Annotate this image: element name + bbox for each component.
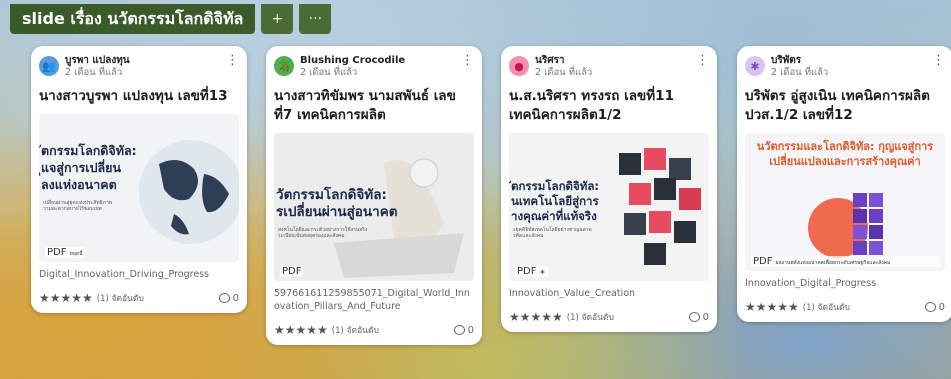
post-card[interactable]: ● นริศรา 2 เดือน ที่แล้ว ⋮ น.ส.นริศรา ทร… <box>501 46 717 332</box>
author-name: นริศรา <box>535 55 565 66</box>
attachment-filename[interactable]: Digital_Innovation_Driving_Progress <box>39 268 239 281</box>
post-card[interactable]: ✱ บริพัตร 2 เดือน ที่แล้ว ⋮ บริพัตร อู่ส… <box>737 46 951 322</box>
add-post-button[interactable]: + <box>261 4 294 34</box>
pdf-badge: PDF ผลงานพลังแห่งอนาคตเพื่อยกระดับเศรษฐก… <box>751 256 941 267</box>
avatar[interactable]: 🐊 <box>274 56 294 76</box>
comment-button[interactable]: 0 <box>688 312 709 323</box>
star-rating[interactable]: ★★★★★ <box>745 300 799 314</box>
cubes-illustration <box>619 148 701 265</box>
board-header: slide เรื่อง นวัตกรรมโลกดิจิทัล + ··· <box>10 4 332 34</box>
comment-icon <box>218 293 230 303</box>
post-title: นางสาวบูรพา แปลงทุน เลขที่13 <box>39 88 228 104</box>
pdf-badge: PDF ∗ <box>515 266 548 277</box>
card-menu-icon[interactable]: ⋮ <box>932 54 945 67</box>
author-name: Blushing Crocodile <box>300 55 406 66</box>
comment-button[interactable]: 0 <box>218 293 239 304</box>
post-card[interactable]: 👥 บูรพา แปลงทุน 2 เดือน ที่แล้ว ⋮ นางสาว… <box>31 46 247 313</box>
rating-count: (1) จัดอันดับ <box>331 326 379 336</box>
post-card[interactable]: 🐊 Blushing Crocodile 2 เดือน ที่แล้ว ⋮ น… <box>266 46 482 345</box>
star-rating[interactable]: ★★★★★ <box>39 291 93 305</box>
author-name: บริพัตร <box>771 55 802 66</box>
thumbnail-subtitle: ะยุคดิจิทัลเทคโนโลยีอย่างชาญฉลาด รคิดและ… <box>513 227 592 239</box>
attachment-thumbnail[interactable]: นวัตกรรมและโลกดิจิทัล: กุญแจสู่การ เปลี่… <box>745 133 945 271</box>
attachment-thumbnail[interactable]: วัตกรรมโลกดิจิทัล: รเปลี่ยนผ่านสู่อนาคต … <box>274 133 474 281</box>
author-name: บูรพา แปลงทุน <box>65 55 130 66</box>
comment-icon <box>688 312 700 322</box>
thumbnail-title: ัตกรรมโลกดิจิทัล: ุแจสู่การเปลี่ยน ลงแห่… <box>41 143 137 192</box>
globe-image <box>139 140 239 244</box>
star-rating[interactable]: ★★★★★ <box>509 310 563 324</box>
thumbnail-subtitle: เปลี่ยนผ่านสู่ยุคแห่งประสิทธิภาพ วามสะดว… <box>43 200 113 212</box>
pdf-badge: PDF หยุดนี้ <box>45 247 85 258</box>
thumbnail-title: นวัตกรรมและโลกดิจิทัล: กุญแจสู่การ เปลี่… <box>756 140 934 168</box>
post-time: 2 เดือน ที่แล้ว <box>535 67 593 78</box>
avatar[interactable]: 👥 <box>39 56 59 76</box>
board-title[interactable]: slide เรื่อง นวัตกรรมโลกดิจิทัล <box>10 4 256 34</box>
post-title: น.ส.นริศรา ทรงรถ เลขที่11 เทคนิคการผลิต1… <box>509 88 674 123</box>
post-time: 2 เดือน ที่แล้ว <box>65 67 123 78</box>
card-menu-icon[interactable]: ⋮ <box>226 54 239 67</box>
pdf-badge: PDF <box>280 266 304 277</box>
thumbnail-title: วัตกรรมโลกดิจิทัล: รเปลี่ยนผ่านสู่อนาคต <box>276 187 398 220</box>
post-time: 2 เดือน ที่แล้ว <box>771 67 829 78</box>
rating-count: (1) จัดอันดับ <box>566 313 614 323</box>
avatar[interactable]: ✱ <box>745 56 765 76</box>
comment-button[interactable]: 0 <box>453 325 474 336</box>
more-options-button[interactable]: ··· <box>299 4 332 34</box>
card-menu-icon[interactable]: ⋮ <box>461 54 474 67</box>
rating-count: (1) จัดอันดับ <box>802 303 850 313</box>
attachment-filename[interactable]: 597661611259855071_Digital_World_Innovat… <box>274 287 474 313</box>
post-title: บริพัตร อู่สูงเนิน เทคนิคการผลิต ปวส.1/2… <box>745 88 930 123</box>
attachment-filename[interactable]: Innovation_Digital_Progress <box>745 277 945 290</box>
attachment-thumbnail[interactable]: ัตกรรมโลกดิจิทัล: ุแจสู่การเปลี่ยน ลงแห่… <box>39 114 239 262</box>
post-time: 2 เดือน ที่แล้ว <box>300 67 358 78</box>
thumbnail-subtitle: สงคโนโลยีและกระตัวอย่างการใช้งานจริง ระเ… <box>278 227 368 239</box>
avatar[interactable]: ● <box>509 56 529 76</box>
comment-icon <box>924 302 936 312</box>
comment-button[interactable]: 0 <box>924 302 945 313</box>
attachment-filename[interactable]: Innovation_Value_Creation <box>509 287 709 300</box>
card-menu-icon[interactable]: ⋮ <box>696 54 709 67</box>
comment-icon <box>453 325 465 335</box>
thumbnail-title: ัตกรรมโลกดิจิทัล: นเทคโนโลยีสู่การ างคุณ… <box>511 179 599 223</box>
star-rating[interactable]: ★★★★★ <box>274 323 328 337</box>
rating-count: (1) จัดอันดับ <box>96 294 144 304</box>
attachment-thumbnail[interactable]: ัตกรรมโลกดิจิทัล: นเทคโนโลยีสู่การ างคุณ… <box>509 133 709 281</box>
post-title: นางสาวทิขัมพร นามสพันธ์ เลขที่7 เทคนิคกา… <box>274 88 456 123</box>
